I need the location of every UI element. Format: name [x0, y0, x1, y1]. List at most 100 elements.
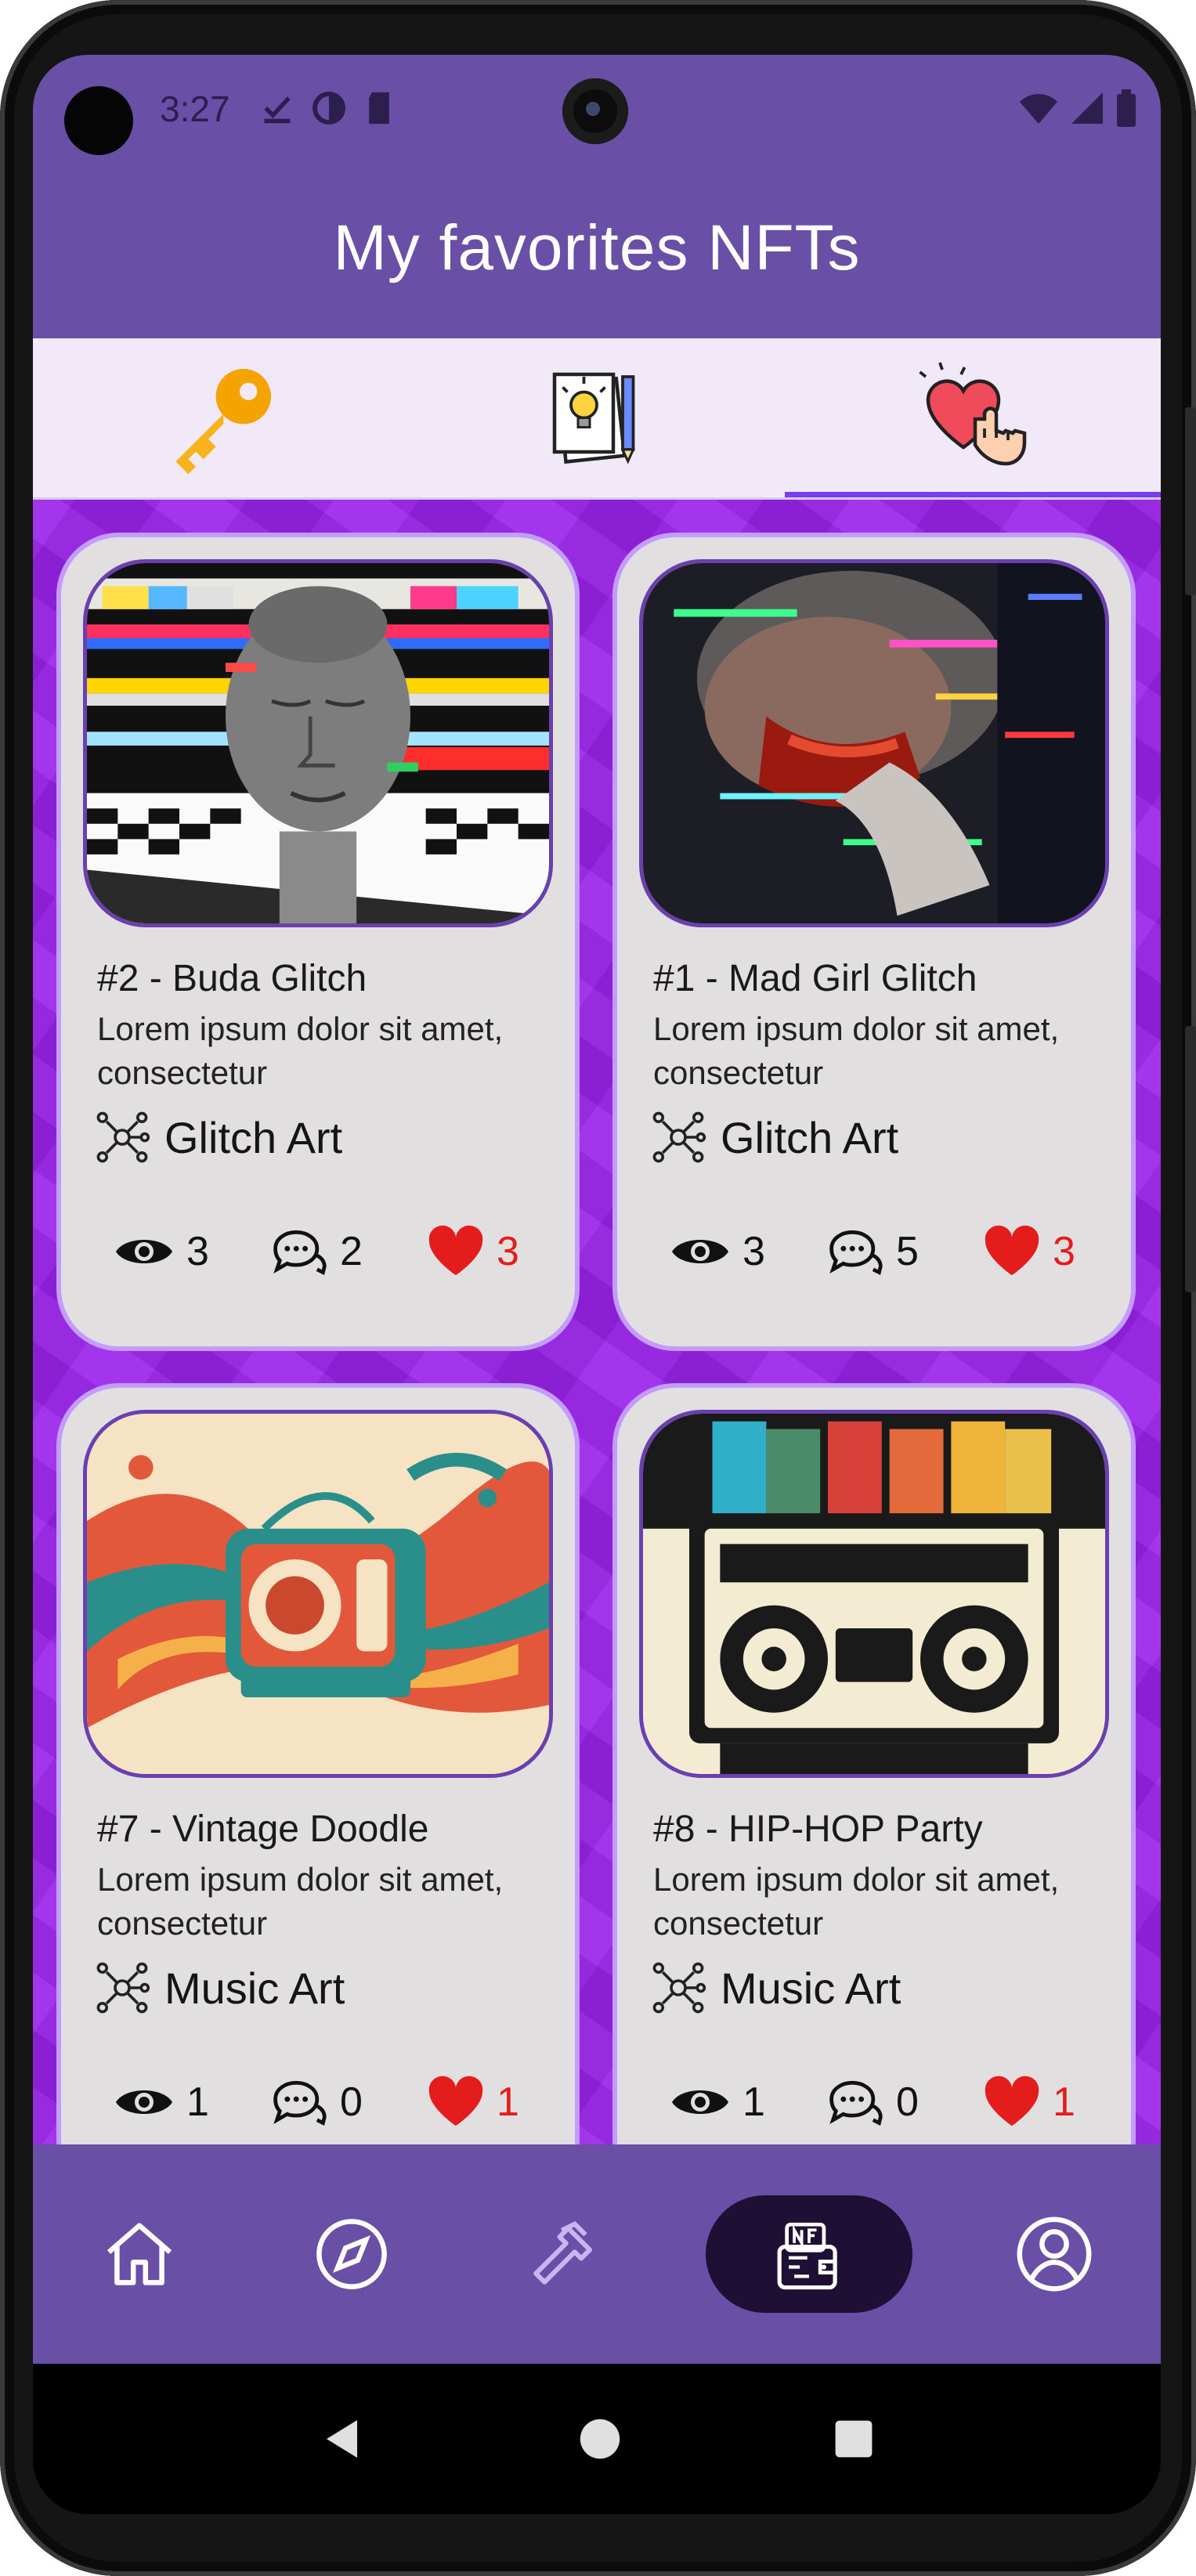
- phone-frame: 3:27 My favorites NFTs #2 - Buda Glitch …: [0, 0, 1196, 2576]
- nft-title: #1 - Mad Girl Glitch: [653, 958, 977, 999]
- category-label: Glitch Art: [721, 1112, 899, 1162]
- nav-explore[interactable]: [281, 2191, 422, 2317]
- signal-icon: [1071, 92, 1103, 124]
- nft-stats: 1 0 1: [669, 2076, 1107, 2129]
- views-count: 3: [186, 1229, 209, 1274]
- nft-title: #8 - HIP-HOP Party: [653, 1808, 983, 1850]
- likes-count: 1: [497, 2079, 519, 2125]
- eye-icon: [672, 2090, 728, 2114]
- nft-description: Lorem ipsum dolor sit amet, consectetur: [653, 1861, 1060, 1942]
- app-header: 3:27 My favorites NFTs: [33, 55, 1161, 338]
- likes-stat[interactable]: 3: [426, 1225, 519, 1278]
- views-stat: 3: [669, 1228, 826, 1275]
- battery-icon: [1117, 89, 1136, 127]
- heart-hand-icon: [919, 362, 1027, 466]
- category-label: Music Art: [721, 1963, 902, 2013]
- views-count: 1: [186, 2079, 209, 2125]
- nft-category: Glitch Art: [650, 1109, 898, 1165]
- front-camera: [562, 78, 628, 144]
- key-icon: [175, 369, 271, 475]
- comments-count: 0: [340, 2079, 363, 2125]
- views-stat: 1: [113, 2079, 269, 2126]
- likes-count: 1: [1053, 2079, 1075, 2125]
- recents-icon[interactable]: [833, 2419, 874, 2459]
- nft-stats: 1 0 1: [113, 2076, 551, 2129]
- wifi-icon: [1020, 94, 1057, 124]
- nft-card[interactable]: #8 - HIP-HOP Party Lorem ipsum dolor sit…: [612, 1383, 1136, 2144]
- nft-image-vintage-doodle: [83, 1410, 553, 1778]
- profile-icon: [1017, 2217, 1092, 2292]
- home-icon: [107, 2223, 172, 2285]
- category-label: Glitch Art: [164, 1112, 343, 1162]
- heart-icon: [428, 2076, 483, 2126]
- comments-stat: 5: [826, 1227, 982, 1277]
- comments-stat: 0: [269, 2077, 426, 2127]
- tab-favorites[interactable]: [785, 338, 1161, 500]
- nft-card[interactable]: #2 - Buda Glitch Lorem ipsum dolor sit a…: [56, 533, 580, 1351]
- app-screen: 3:27 My favorites NFTs #2 - Buda Glitch …: [33, 55, 1161, 2514]
- tab-bar: [33, 338, 1161, 500]
- network-node-icon: [96, 1962, 150, 2014]
- nft-wallet-icon: [777, 2222, 837, 2290]
- nft-category: Music Art: [650, 1960, 901, 2016]
- nft-image-hip-hop-party: [639, 1410, 1109, 1778]
- category-label: Music Art: [164, 1963, 345, 2013]
- comments-count: 5: [896, 1229, 919, 1274]
- nft-card[interactable]: #1 - Mad Girl Glitch Lorem ipsum dolor s…: [612, 533, 1136, 1351]
- status-icons: [260, 89, 395, 127]
- comments-icon: [829, 1230, 883, 1276]
- likes-stat[interactable]: 1: [426, 2076, 519, 2129]
- check-icon: [264, 96, 291, 124]
- eye-icon: [116, 1240, 172, 1263]
- network-node-icon: [96, 1111, 150, 1163]
- nft-title: #2 - Buda Glitch: [97, 958, 367, 999]
- heart-icon: [985, 2076, 1039, 2126]
- nft-category: Music Art: [94, 1960, 345, 2016]
- nft-stats: 3 2 3: [113, 1225, 551, 1278]
- heart-icon: [985, 1225, 1039, 1276]
- nav-profile[interactable]: [984, 2191, 1125, 2317]
- nft-description: Lorem ipsum dolor sit amet, consectetur: [97, 1010, 504, 1091]
- home-button-icon[interactable]: [578, 2417, 622, 2461]
- nft-description: Lorem ipsum dolor sit amet, consectetur: [653, 1010, 1060, 1091]
- status-icons-right: [1018, 89, 1137, 127]
- nav-create[interactable]: [493, 2191, 634, 2317]
- views-count: 3: [743, 1229, 765, 1274]
- network-node-icon: [652, 1962, 706, 2014]
- likes-stat[interactable]: 1: [982, 2076, 1075, 2129]
- comments-icon: [273, 1230, 327, 1276]
- nft-category: Glitch Art: [94, 1109, 342, 1165]
- comments-icon: [273, 2080, 327, 2126]
- hammer-icon: [533, 2220, 592, 2285]
- tab-keys[interactable]: [33, 338, 409, 500]
- likes-count: 3: [1053, 1229, 1075, 1274]
- page-title: My favorites NFTs: [333, 212, 861, 284]
- nft-image-mad-girl-glitch: [639, 559, 1109, 927]
- ideas-notebook-icon: [552, 372, 635, 464]
- eye-icon: [116, 2090, 172, 2114]
- favorites-grid: #2 - Buda Glitch Lorem ipsum dolor sit a…: [33, 500, 1161, 2144]
- comments-count: 0: [896, 2079, 919, 2125]
- nav-my-nfts[interactable]: [706, 2195, 913, 2313]
- compass-icon: [316, 2219, 387, 2289]
- views-stat: 1: [669, 2079, 826, 2126]
- nft-card[interactable]: #7 - Vintage Doodle Lorem ipsum dolor si…: [56, 1383, 580, 2144]
- comments-icon: [829, 2080, 883, 2126]
- heart-icon: [428, 1225, 483, 1276]
- volume-button: [1185, 407, 1196, 595]
- eye-icon: [672, 1240, 728, 1263]
- nft-title: #7 - Vintage Doodle: [97, 1808, 429, 1850]
- likes-stat[interactable]: 3: [982, 1225, 1075, 1278]
- network-node-icon: [652, 1111, 706, 1163]
- system-navigation-bar: [33, 2364, 1161, 2514]
- views-count: 1: [743, 2079, 765, 2125]
- comments-stat: 2: [269, 1227, 426, 1277]
- status-time: 3:27: [160, 89, 230, 129]
- tab-ideas[interactable]: [409, 338, 785, 500]
- comments-stat: 0: [826, 2077, 982, 2127]
- nav-home[interactable]: [69, 2191, 210, 2317]
- nft-description: Lorem ipsum dolor sit amet, consectetur: [97, 1861, 504, 1942]
- sd-card-icon: [369, 92, 389, 125]
- nft-image-buda-glitch: [83, 559, 553, 927]
- back-icon[interactable]: [320, 2415, 367, 2462]
